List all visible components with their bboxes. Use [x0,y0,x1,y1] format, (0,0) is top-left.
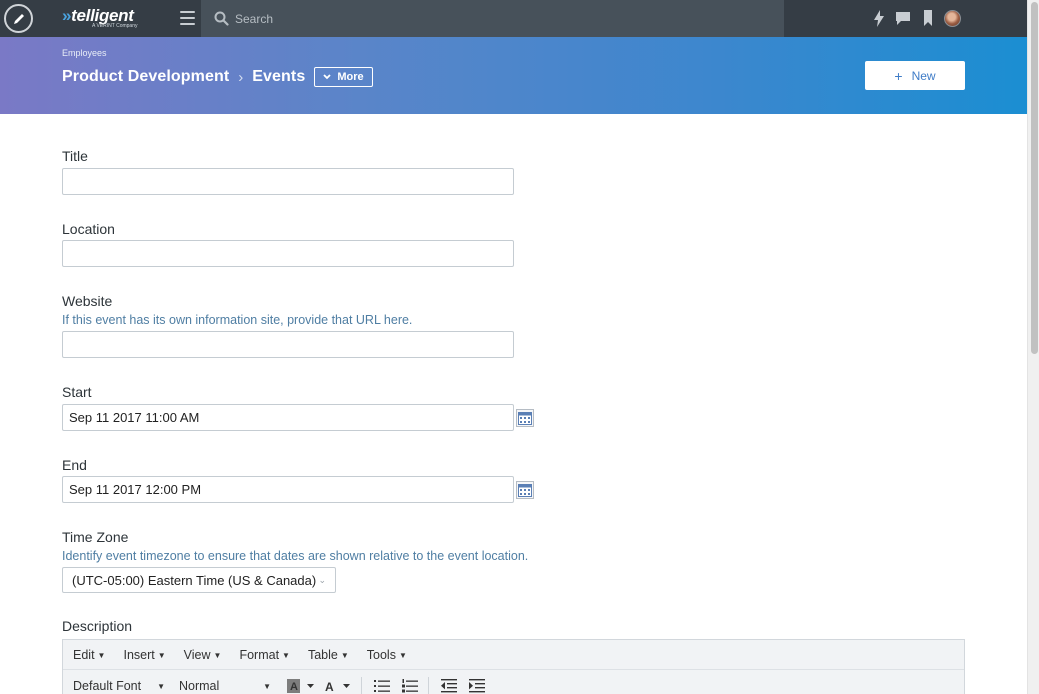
text-color-icon[interactable]: A [323,679,351,693]
timezone-help-text: Identify event timezone to ensure that d… [62,549,529,563]
timezone-select[interactable]: (UTC-05:00) Eastern Time (US & Canada) ⌄ [62,567,336,593]
breadcrumb-separator: › [238,68,244,86]
chevron-down-icon [323,74,331,80]
toolbar-divider [428,677,429,694]
logo-subtitle: A VERINT Company [92,23,138,29]
title-input[interactable] [62,168,514,195]
indent-icon[interactable] [469,679,485,693]
end-date-input[interactable]: Sep 11 2017 12:00 PM [62,476,514,503]
svg-text:A: A [290,681,298,693]
telligent-logo[interactable]: »telligent A VERINT Company [62,6,158,32]
page-title[interactable]: Events [252,68,305,86]
website-help-text: If this event has its own information si… [62,313,413,327]
svg-text:A: A [325,680,334,693]
menu-table[interactable]: Table ▼ [308,648,349,662]
breadcrumb-parent[interactable]: Employees [62,48,107,58]
menu-format[interactable]: Format ▼ [239,648,290,662]
scrollbar-thumb[interactable] [1031,2,1038,354]
calendar-icon[interactable] [516,409,534,427]
timezone-value: (UTC-05:00) Eastern Time (US & Canada) [72,572,317,588]
breadcrumb: Product Development › Events More [62,67,373,87]
toolbar-divider [361,677,362,694]
menu-view[interactable]: View ▼ [184,648,222,662]
user-avatar[interactable] [944,10,961,27]
description-editor[interactable]: Edit ▼ Insert ▼ View ▼ Format ▼ Table ▼ Tools… [62,639,965,694]
activity-icon[interactable] [874,10,884,27]
font-family-select[interactable]: Default Font ▼ [73,679,171,693]
chevron-down-icon: ⌄ [318,574,326,585]
edit-icon[interactable] [4,4,33,33]
numbered-list-icon[interactable] [402,679,418,693]
outdent-icon[interactable] [441,679,457,693]
website-label: Website [62,293,113,309]
menu-tools[interactable]: Tools ▼ [367,648,407,662]
more-label: More [337,71,364,83]
end-label: End [62,457,87,473]
timezone-label: Time Zone [62,529,129,545]
top-navigation-bar: »telligent A VERINT Company Search [0,0,1027,37]
page-header: Employees Product Development › Events M… [0,37,1027,114]
search-bar[interactable]: Search [201,0,784,37]
background-color-icon[interactable]: A [287,679,315,693]
bookmark-icon[interactable] [923,10,933,26]
chat-icon[interactable] [895,11,911,26]
editor-toolbar: Default Font ▼ Normal ▼ A A [63,671,964,694]
new-button[interactable]: + New [865,61,965,90]
font-size-select[interactable]: Normal ▼ [179,679,277,693]
menu-icon[interactable] [180,11,195,25]
start-label: Start [62,384,92,400]
new-label: New [911,68,936,83]
bullet-list-icon[interactable] [374,679,390,693]
location-input[interactable] [62,240,514,267]
more-button[interactable]: More [314,67,373,87]
search-placeholder: Search [235,12,274,26]
website-input[interactable] [62,331,514,358]
breadcrumb-group[interactable]: Product Development [62,68,229,86]
plus-icon: + [894,67,903,84]
page-scrollbar[interactable] [1027,0,1039,694]
start-date-input[interactable]: Sep 11 2017 11:00 AM [62,404,514,431]
calendar-icon[interactable] [516,481,534,499]
location-label: Location [62,221,115,237]
description-label: Description [62,618,133,634]
menu-edit[interactable]: Edit ▼ [73,648,105,662]
editor-menubar: Edit ▼ Insert ▼ View ▼ Format ▼ Table ▼ Tools… [63,640,964,670]
menu-insert[interactable]: Insert ▼ [123,648,165,662]
title-label: Title [62,148,88,164]
search-icon [214,11,229,26]
